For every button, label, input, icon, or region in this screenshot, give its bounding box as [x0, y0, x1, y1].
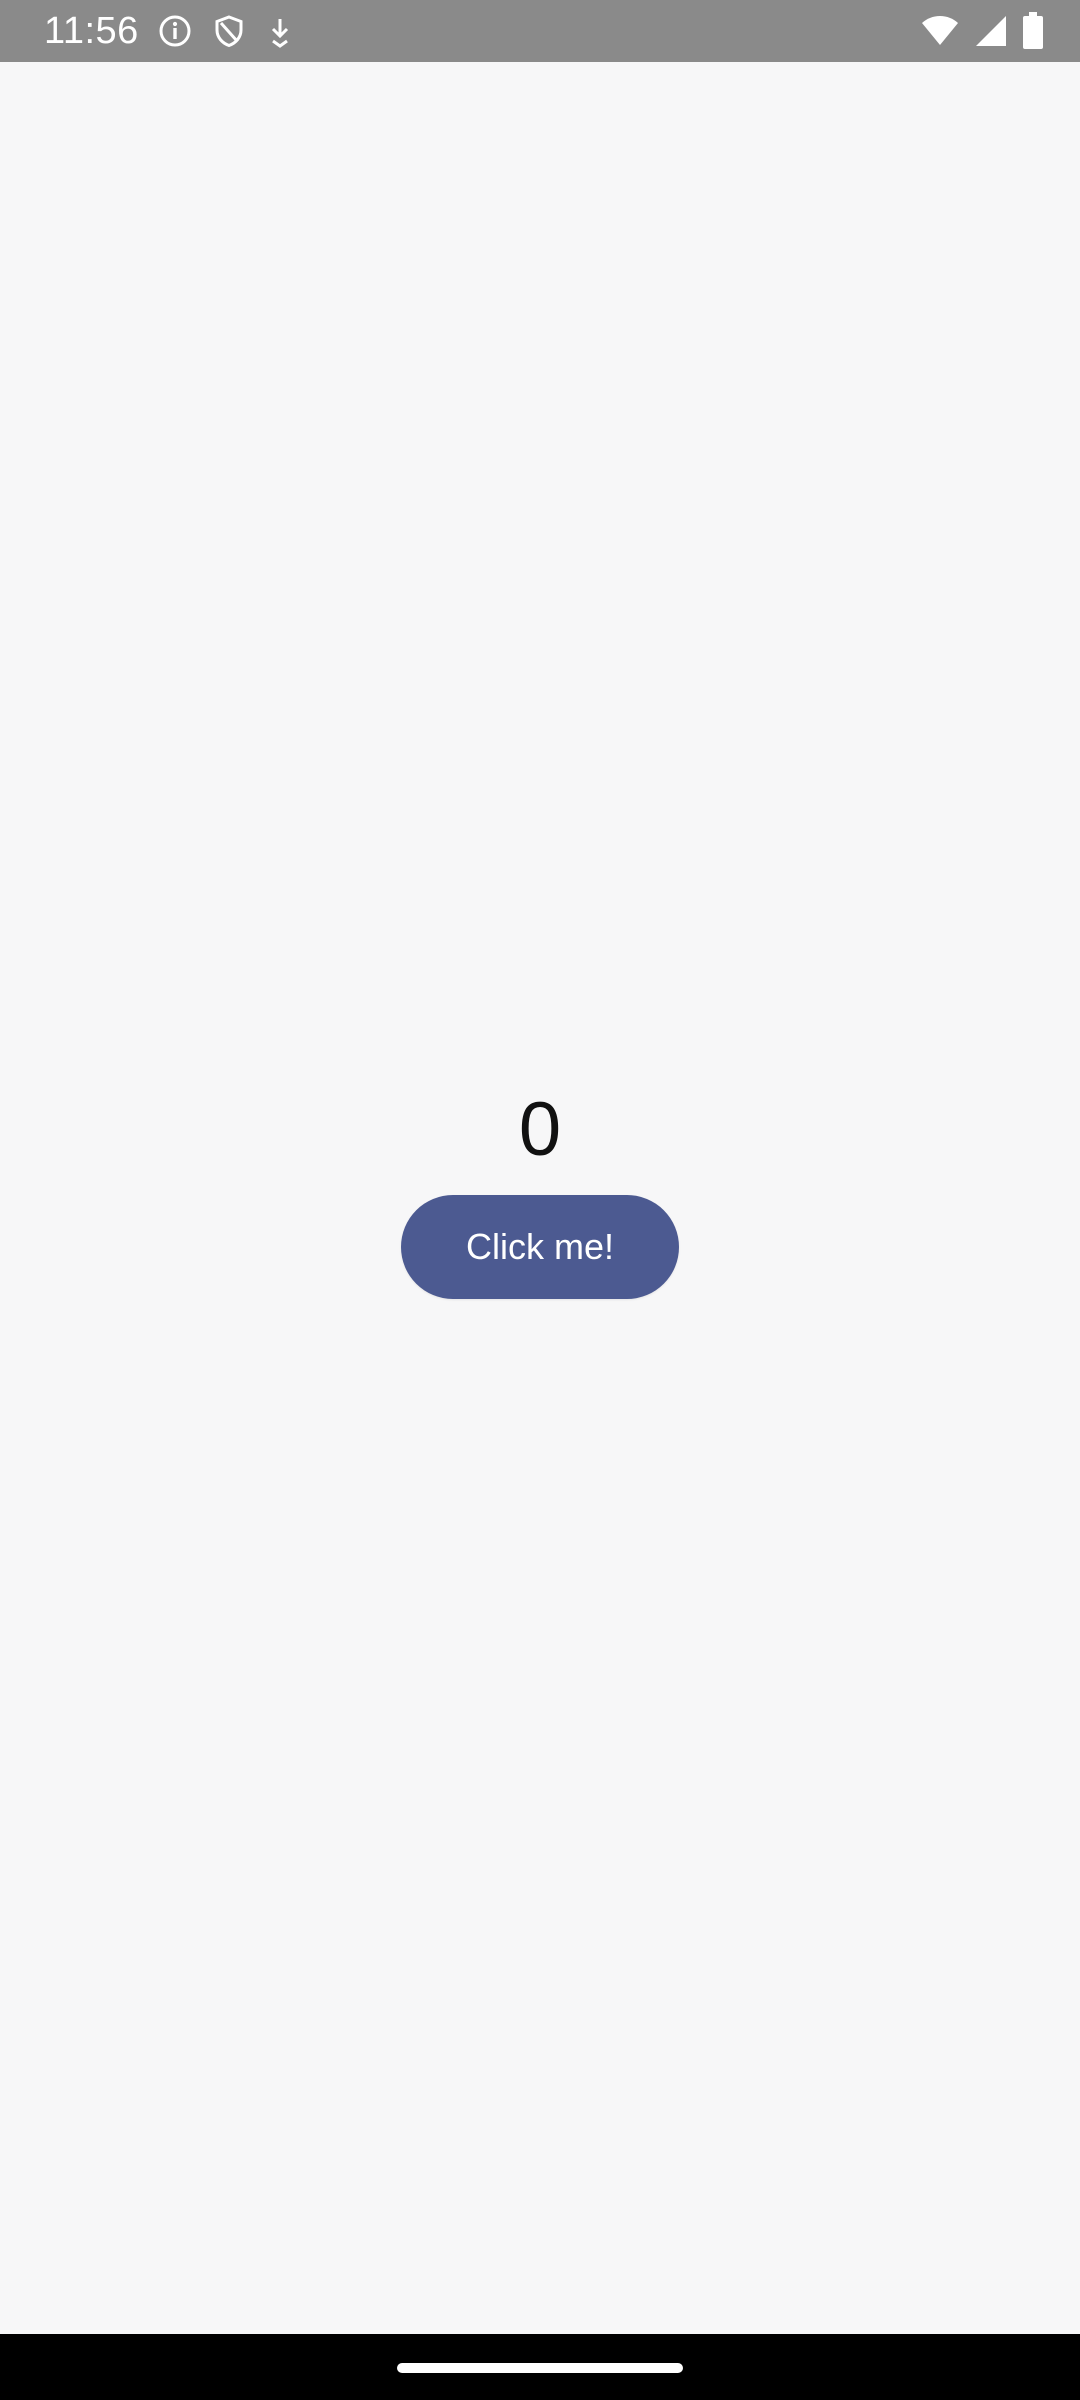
wifi-icon — [920, 14, 960, 48]
shield-icon — [211, 13, 247, 49]
home-gesture-handle[interactable] — [397, 2363, 683, 2373]
download-icon — [265, 13, 295, 49]
app-screen: 11:56 0 Click me! — [0, 0, 1080, 2400]
signal-icon — [974, 14, 1008, 48]
status-bar: 11:56 — [0, 0, 1080, 62]
status-right — [920, 12, 1044, 50]
battery-icon — [1022, 12, 1044, 50]
counter-value: 0 — [518, 1087, 562, 1172]
status-left: 11:56 — [44, 10, 295, 53]
status-time: 11:56 — [44, 9, 139, 52]
info-icon — [157, 13, 193, 49]
main-content: 0 Click me! — [0, 62, 1080, 2334]
click-me-button[interactable]: Click me! — [401, 1195, 679, 1299]
navigation-bar — [0, 2334, 1080, 2400]
